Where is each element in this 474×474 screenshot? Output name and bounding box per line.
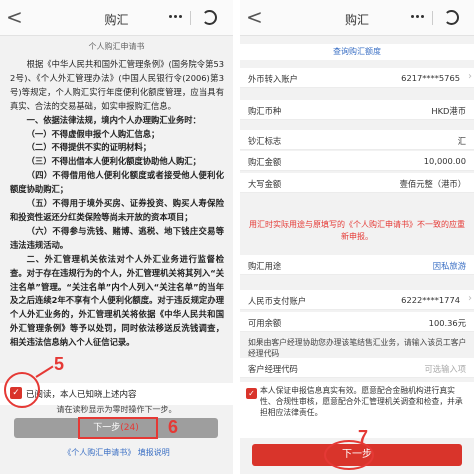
row-amount-in-words: 大写金额 壹佰元整（港币） [240, 173, 474, 193]
right-navbar: < 购汇 [240, 0, 474, 36]
left-screen: < 购汇 个人购汇申请书 根据《中华人民共和国外汇管理条例》(国务院令第532号… [0, 0, 233, 474]
row-value: 10,000.00 [423, 156, 466, 166]
document-body: 根据《中华人民共和国外汇管理条例》(国务院令第532号)、《个人外汇管理办法》(… [10, 58, 224, 350]
row-label: 可用余额 [248, 318, 282, 328]
confirm-checkbox[interactable]: ✓ [246, 388, 257, 399]
agree-label: 已阅读，本人已知晓上述内容 [26, 390, 137, 400]
row-label: 外币转入账户 [248, 74, 298, 84]
row-amount[interactable]: 购汇金额 10,000.00 [240, 151, 474, 171]
query-quota-link[interactable]: 查询购汇额度 [240, 44, 474, 60]
doc-paragraph: 根据《中华人民共和国外汇管理条例》(国务院令第532号)、《个人外汇管理办法》(… [10, 59, 224, 111]
row-value: 汇 [457, 136, 466, 146]
row-currency[interactable]: 购汇币种 HKD港币 [240, 100, 474, 120]
row-label: 购汇金额 [248, 157, 282, 167]
refresh-icon[interactable] [202, 10, 217, 25]
row-label: 钞汇标志 [248, 136, 282, 146]
row-label: 大写金额 [248, 179, 282, 189]
row-available-balance: 可用余额 100.36元 [240, 312, 474, 332]
doc-item: （四）不得借用他人便利化额度或者接受他人便利化额度协助购汇； [10, 170, 224, 195]
annotation-circle-next [324, 440, 374, 470]
annotation-rect-next [78, 417, 158, 439]
page-title: 购汇 [104, 13, 129, 27]
doc-item: （二）不得提供不实的证明材料； [26, 142, 152, 153]
more-icon[interactable] [416, 15, 419, 18]
row-advisor-code[interactable]: 客户经理代码 可选输入项 [240, 358, 474, 378]
row-value: 壹佰元整（港币） [399, 179, 466, 189]
row-label: 人民币支付账户 [248, 296, 307, 306]
doc-section-heading: 二、外汇管理机关依法对个人外汇业务进行监督检查。对于存在违规行为的个人，外汇管理… [10, 253, 224, 348]
advisor-note: 如果由客户经理协助您办理该笔结售汇业务，请输入该员工客户经理代码 [248, 338, 467, 358]
purpose-notice: 用汇时实际用途与原填写的《个人购汇申请书》不一致的应重新申报。 [249, 220, 465, 241]
doc-item: （六）不得参与洗钱、赌博、逃税、地下钱庄交易等违法违规活动。 [10, 225, 224, 250]
row-label: 客户经理代码 [248, 364, 298, 374]
row-label: 购汇用途 [248, 261, 282, 271]
row-value: 100.36元 [428, 318, 466, 328]
chevron-right-icon: › [468, 71, 472, 82]
more-icon[interactable] [174, 15, 177, 18]
left-navbar: < 购汇 [0, 0, 233, 36]
nav-separator [432, 11, 433, 25]
document-links[interactable]: 《个人购汇申请书》 填报说明 [0, 447, 233, 458]
doc-item: （五）不得用于境外买房、证券投资、购买人寿保险和投资性返还分红类保险等尚未开放的… [10, 198, 224, 222]
row-value: 6217****5765 [401, 73, 460, 83]
confirm-text: 本人保证申报信息真实有效。愿意配合金融机构进行真实性、合规性审核，愿意配合外汇管… [260, 386, 463, 417]
right-screen: < 购汇 查询购汇额度 外币转入账户 6217****5765 › 购汇币种 H… [240, 0, 474, 474]
nav-separator [190, 11, 191, 25]
row-value: 因私旅游 [432, 261, 466, 271]
row-rmb-account[interactable]: 人民币支付账户 6222****1774 › [240, 290, 474, 310]
refresh-icon[interactable] [444, 10, 459, 25]
chevron-right-icon: › [468, 293, 472, 304]
confirm-section: ✓ 本人保证申报信息真实有效。愿意配合金融机构进行真实性、合规性审核，愿意配合外… [240, 382, 474, 438]
advisor-code-input[interactable]: 可选输入项 [425, 363, 467, 375]
document-title: 个人购汇申请书 [88, 42, 145, 51]
doc-item: （三）不得出借本人便利化额度协助他人购汇； [26, 156, 201, 167]
annotation-circle-agree [4, 372, 40, 408]
row-fx-account[interactable]: 外币转入账户 6217****5765 › [240, 68, 474, 88]
screen-divider [233, 0, 240, 474]
doc-item: （一）不得虚假申报个人购汇信息； [26, 128, 160, 139]
page-title: 购汇 [344, 13, 369, 27]
row-purpose[interactable]: 购汇用途 因私旅游 [240, 255, 474, 275]
annotation-number-6: 6 [168, 417, 179, 437]
row-cash-remit[interactable]: 钞汇标志 汇 [240, 130, 474, 150]
row-label: 购汇币种 [248, 106, 282, 116]
annotation-number-5: 5 [54, 354, 65, 374]
row-value: 6222****1774 [401, 295, 460, 305]
countdown-hint: 请在读秒显示为零时操作下一步。 [56, 405, 177, 414]
doc-section-heading: 一、依据法律法规，境内个人办理购汇业务时： [26, 114, 201, 125]
row-value: HKD港币 [431, 106, 466, 116]
